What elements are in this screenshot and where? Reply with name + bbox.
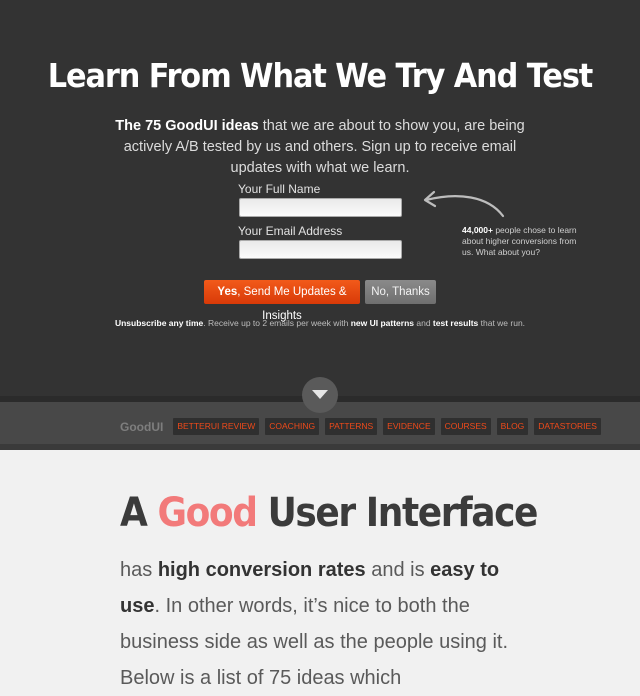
name-field[interactable] xyxy=(239,198,402,217)
nav-item-patterns[interactable]: PATTERNS xyxy=(325,418,378,435)
subscriber-count-note: 44,000+ people chose to learn about high… xyxy=(462,225,582,258)
subscriber-count: 44,000+ xyxy=(462,225,493,235)
intro-text-1: has xyxy=(120,559,158,581)
fineprint-test-results: test results xyxy=(432,318,479,328)
fineprint-text-3: that we run. xyxy=(478,318,526,328)
name-label: Your Full Name xyxy=(238,182,321,196)
intro-title-good: Good xyxy=(157,490,258,536)
fineprint-text-2: and xyxy=(414,318,433,328)
hero-subtitle-strong: The 75 GoodUI ideas xyxy=(115,118,259,134)
intro-title-rest: User Interface xyxy=(256,490,539,536)
nav-item-courses[interactable]: COURSES xyxy=(440,418,491,435)
fineprint-unsubscribe: Unsubscribe any time xyxy=(114,318,204,328)
scroll-down-button[interactable] xyxy=(302,377,338,413)
nav-brand[interactable]: GoodUI xyxy=(120,420,163,434)
nav-item-betterui-review[interactable]: BETTERUI REVIEW xyxy=(173,418,260,435)
curved-arrow-icon xyxy=(423,190,505,218)
main-nav: GoodUI BETTERUI REVIEW COACHING PATTERNS… xyxy=(120,417,607,436)
hero-subtitle: The 75 GoodUI ideas that we are about to… xyxy=(100,116,540,179)
fineprint-text-1: . Receive up to 2 emails per week with xyxy=(203,318,351,328)
subscribe-button-strong: Yes xyxy=(217,286,238,298)
nav-item-coaching[interactable]: COACHING xyxy=(265,418,320,435)
intro-paragraph: has high conversion rates and is easy to… xyxy=(120,552,540,696)
nav-item-evidence[interactable]: EVIDENCE xyxy=(383,418,435,435)
chevron-down-icon xyxy=(312,390,328,399)
intro-high-conversion: high conversion rates xyxy=(157,559,366,581)
decline-button[interactable]: No, Thanks xyxy=(365,280,436,304)
intro-title: A Good User Interface xyxy=(120,490,539,536)
subscribe-button[interactable]: Yes, Send Me Updates & Insights xyxy=(204,280,360,322)
signup-fineprint: Unsubscribe any time. Receive up to 2 em… xyxy=(100,318,540,328)
fineprint-ui-patterns: new UI patterns xyxy=(350,318,414,328)
intro-text-2: and is xyxy=(365,559,431,581)
nav-item-blog[interactable]: BLOG xyxy=(496,418,529,435)
intro-text-3: . In other words, it’s nice to both the … xyxy=(120,595,509,689)
intro-title-a: A xyxy=(120,490,158,536)
nav-item-datastories[interactable]: DATASTORIES xyxy=(534,418,601,435)
email-label: Your Email Address xyxy=(238,224,343,238)
hero-title: Learn From What We Try And Test xyxy=(47,56,593,95)
email-field[interactable] xyxy=(239,240,402,259)
